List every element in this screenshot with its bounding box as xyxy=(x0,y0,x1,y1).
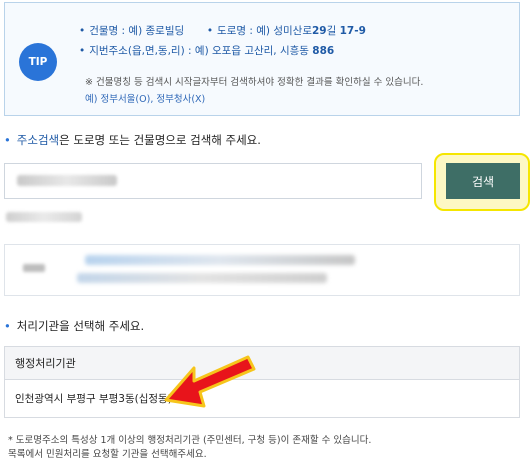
tip-note-example: 예) 정부서울(O), 정부청사(X) xyxy=(85,94,206,105)
footnote-line-1: * 도로명주소의 특성상 1개 이상의 행정처리기관 (주민센터, 구청 등)이… xyxy=(8,435,372,446)
bullet-dot: • xyxy=(4,133,11,147)
road-example-prefix: 예) 성미산로 xyxy=(256,25,312,37)
lot-address-number: 886 xyxy=(312,45,335,57)
road-example-number: 29 xyxy=(311,25,327,37)
building-example-prefix: 예) xyxy=(128,25,146,37)
search-title-highlight: 주소검색 xyxy=(16,133,60,147)
tip-line-2: • 지번주소(읍,면,동,리) : 예) 오포읍 고산리, 시흥동 886 xyxy=(79,43,334,58)
bullet-dot: • xyxy=(206,25,214,37)
search-input[interactable] xyxy=(4,163,422,199)
lot-address-example: 예) 오포읍 고산리, 시흥동 xyxy=(194,45,313,57)
tip-box: TIP • 건물명 : 예) 종로빌딩 • 도로명 : 예) 성미산로29길 17-… xyxy=(4,2,520,116)
red-arrow-icon xyxy=(164,355,256,408)
tip-badge: TIP xyxy=(19,43,57,81)
tip-note: ※ 건물명칭 등 검색시 시작글자부터 검색하셔야 정확한 결과를 확인하실 수… xyxy=(85,77,424,88)
blurred-road-address xyxy=(85,255,355,265)
footnote-line-2: 목록에서 민원처리를 요청할 기관을 선택해주세요. xyxy=(8,449,207,460)
search-result-item[interactable] xyxy=(4,244,520,296)
tip-line-1: • 건물명 : 예) 종로빌딩 • 도로명 : 예) 성미산로29길 17-9 xyxy=(79,23,366,38)
search-button[interactable]: 검색 xyxy=(446,163,520,199)
bullet-dot: • xyxy=(79,25,86,37)
search-section-title: • 주소검색은 도로명 또는 건물명으로 검색해 주세요. xyxy=(4,132,261,148)
lot-address-label: 지번주소(읍,면,동,리) : xyxy=(89,45,195,57)
agency-title-text: 처리기관을 선택해 주세요. xyxy=(16,319,145,333)
road-example-tail: 17-9 xyxy=(339,25,366,37)
blurred-input-value xyxy=(17,175,117,186)
road-label: 도로명 : xyxy=(217,25,257,37)
building-label: 건물명 : xyxy=(89,25,129,37)
bullet-dot: • xyxy=(4,319,11,333)
blurred-zip xyxy=(23,264,45,272)
search-title-text: 은 도로명 또는 건물명으로 검색해 주세요. xyxy=(59,133,261,147)
building-example: 종로빌딩 xyxy=(145,25,185,37)
road-example-suffix: 길 xyxy=(326,25,340,37)
blurred-lot-address xyxy=(77,273,327,283)
table-row[interactable]: 인천광역시 부평구 부평3동(십정동) xyxy=(4,380,520,418)
blurred-result-count xyxy=(6,212,82,222)
bullet-dot: • xyxy=(79,45,86,57)
agency-section-title: • 처리기관을 선택해 주세요. xyxy=(4,318,144,334)
table-header-agency: 행정처리기관 xyxy=(4,346,520,380)
